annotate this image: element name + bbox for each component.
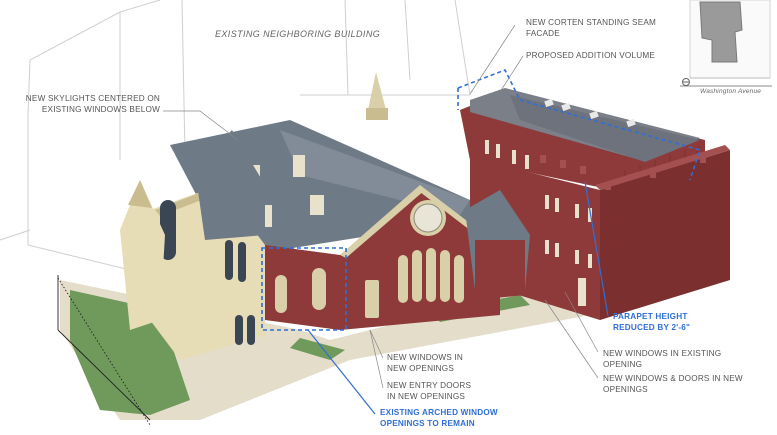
- label-corten-facade: NEW CORTEN STANDING SEAM FACADE: [526, 18, 657, 38]
- key-plan: [680, 0, 772, 87]
- label-entry-doors: NEW ENTRY DOORS IN NEW OPENINGS: [387, 381, 472, 401]
- label-windows-existing: NEW WINDOWS IN EXISTING OPENING: [603, 349, 722, 369]
- label-skylights: NEW SKYLIGHTS CENTERED ON EXISTING WINDO…: [25, 94, 160, 114]
- label-new-windows: NEW WINDOWS IN NEW OPENINGS: [387, 353, 464, 373]
- label-windows-doors: NEW WINDOWS & DOORS IN NEW OPENINGS: [603, 374, 743, 394]
- diagram-canvas: EXISTING NEIGHBORING BUILDING NEW SKYLIG…: [0, 0, 777, 430]
- label-arched-windows: EXISTING ARCHED WINDOW OPENINGS TO REMAI…: [380, 408, 498, 428]
- label-parapet-height: PARAPET HEIGHT REDUCED BY 2'-6": [613, 312, 691, 332]
- label-street: Washington Avenue: [700, 88, 762, 95]
- label-neighbor-building: EXISTING NEIGHBORING BUILDING: [215, 29, 381, 39]
- label-addition-volume: PROPOSED ADDITION VOLUME: [526, 51, 655, 60]
